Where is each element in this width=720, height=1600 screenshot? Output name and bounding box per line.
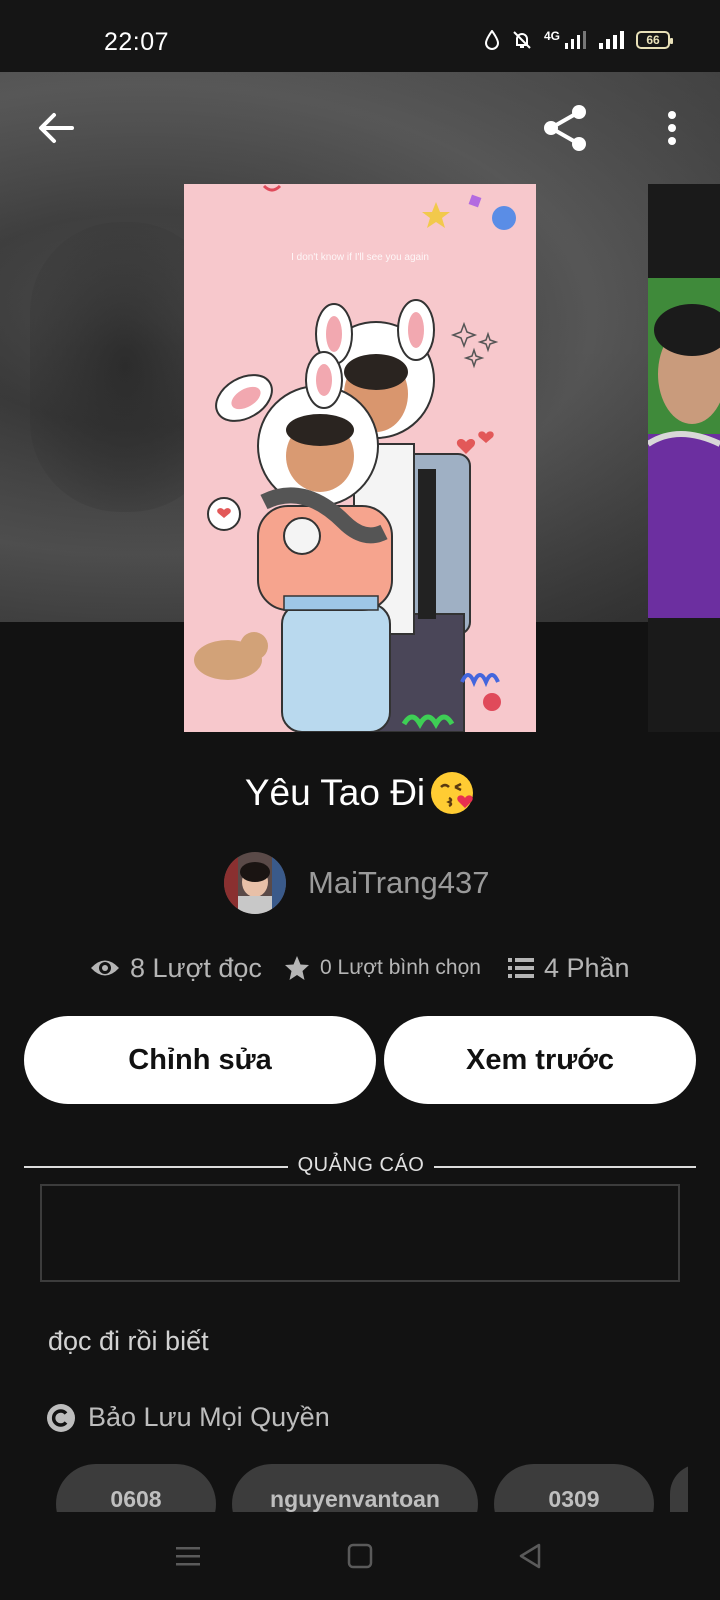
tag-chip-partial[interactable] bbox=[670, 1464, 688, 1512]
tag-chip[interactable]: 0608 bbox=[56, 1464, 216, 1512]
reads-stat: 8 Lượt đọc bbox=[90, 948, 262, 988]
battery-level: 66 bbox=[646, 33, 660, 47]
network-type: 4G bbox=[543, 29, 560, 43]
bell-off-icon bbox=[513, 31, 531, 49]
divider-left bbox=[24, 1166, 288, 1168]
water-drop-icon bbox=[484, 30, 499, 50]
eye-icon bbox=[91, 960, 119, 976]
battery-icon: 66 bbox=[636, 31, 673, 49]
home-button[interactable] bbox=[338, 1534, 382, 1578]
copyright-text: Bảo Lưu Mọi Quyền bbox=[88, 1402, 330, 1432]
list-icon bbox=[508, 958, 534, 978]
arrow-left-icon bbox=[39, 113, 74, 143]
recent-apps-button[interactable] bbox=[166, 1534, 210, 1578]
votes-count: 0 Lượt bình chọn bbox=[320, 956, 481, 979]
system-back-button[interactable] bbox=[508, 1534, 552, 1578]
share-icon bbox=[544, 105, 586, 151]
preview-button[interactable]: Xem trước bbox=[384, 1016, 696, 1104]
menu-lines-icon bbox=[176, 1547, 200, 1566]
story-description: đọc đi rồi biết bbox=[48, 1326, 209, 1356]
square-icon bbox=[347, 1543, 373, 1569]
kissing-face-emoji-icon bbox=[429, 770, 475, 816]
votes-stat: 0 Lượt bình chọn bbox=[284, 948, 481, 988]
tag-chip[interactable]: nguyenvantoan bbox=[232, 1464, 478, 1512]
author-name[interactable]: MaiTrang437 bbox=[308, 865, 490, 901]
star-icon bbox=[285, 956, 309, 980]
next-cover-illustration bbox=[648, 184, 720, 732]
share-button[interactable] bbox=[538, 100, 594, 156]
story-title: Yêu Tao Đi bbox=[0, 770, 720, 816]
status-icons: 4G 66 bbox=[484, 29, 673, 50]
signal-icon-sim2 bbox=[599, 31, 624, 49]
system-nav-bar bbox=[0, 1512, 720, 1600]
parts-stat: 4 Phần bbox=[508, 948, 630, 988]
tag-list: 0608 nguyenvantoan 0309 bbox=[0, 1464, 688, 1512]
back-button[interactable] bbox=[28, 100, 84, 156]
story-title-text: Yêu Tao Đi bbox=[244, 772, 426, 813]
story-cover-image[interactable]: I don't know if I'll see you again bbox=[184, 184, 536, 732]
copyright-icon bbox=[47, 1403, 75, 1432]
status-time: 22:07 bbox=[104, 28, 170, 56]
tag-chip[interactable]: 0309 bbox=[494, 1464, 654, 1512]
copyright-row: Bảo Lưu Mọi Quyền bbox=[46, 1402, 330, 1433]
next-story-cover[interactable] bbox=[648, 184, 720, 732]
status-bar: 22:07 4G 66 bbox=[0, 0, 720, 72]
reads-count: 8 Lượt đọc bbox=[130, 952, 262, 983]
story-stats: 8 Lượt đọc 0 Lượt bình chọn 4 Phần bbox=[0, 948, 720, 988]
ad-label-row: QUẢNG CÁO bbox=[24, 1152, 696, 1182]
author-avatar[interactable] bbox=[224, 852, 286, 914]
cover-illustration bbox=[184, 184, 536, 732]
parts-count: 4 Phần bbox=[544, 952, 630, 983]
more-vertical-icon bbox=[668, 111, 676, 145]
ad-banner-placeholder[interactable] bbox=[40, 1184, 680, 1282]
ad-label: QUẢNG CÁO bbox=[297, 1154, 425, 1176]
edit-button[interactable]: Chỉnh sửa bbox=[24, 1016, 376, 1104]
more-options-button[interactable] bbox=[644, 100, 700, 156]
cover-caption: I don't know if I'll see you again bbox=[291, 252, 429, 263]
author-row[interactable]: MaiTrang437 bbox=[224, 852, 490, 914]
signal-icon-sim1 bbox=[565, 31, 586, 49]
triangle-back-icon bbox=[519, 1543, 541, 1569]
divider-right bbox=[434, 1166, 696, 1168]
